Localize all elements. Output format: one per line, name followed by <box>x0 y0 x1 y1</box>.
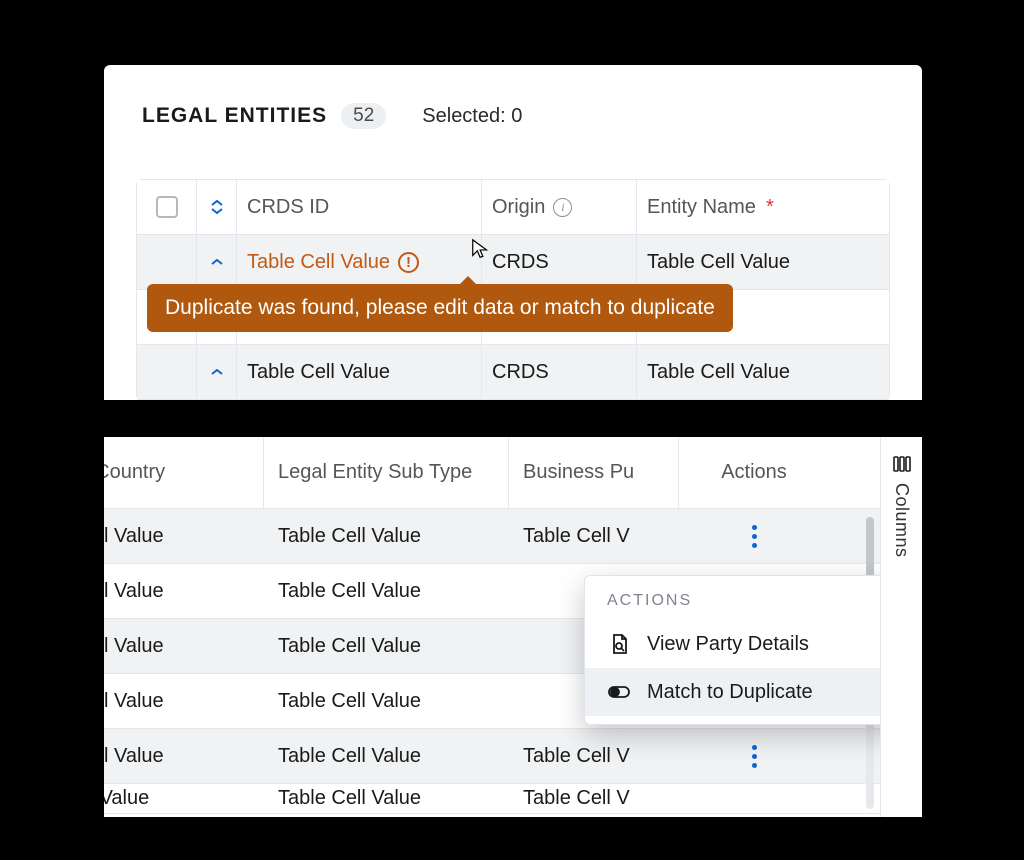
toggle-icon <box>607 680 631 704</box>
header: LEGAL ENTITIES 52 Selected: 0 <box>136 103 890 129</box>
cell-value: Table Cell Value <box>278 745 421 768</box>
cell-value: Cell Value <box>104 690 164 713</box>
expand-collapse-all-icon[interactable] <box>208 198 226 216</box>
col-select <box>137 180 197 234</box>
page-title: LEGAL ENTITIES <box>142 104 327 128</box>
cell-value: Table Cell Value <box>278 787 421 810</box>
columns-label: Columns <box>891 483 912 558</box>
action-label: View Party Details <box>647 633 809 656</box>
col-entity-name[interactable]: Entity Name* <box>637 180 889 234</box>
origin-value: CRDS <box>492 251 549 274</box>
cursor-icon <box>470 238 492 260</box>
entity-name-value: Table Cell Value <box>647 251 790 274</box>
row-actions-kebab[interactable] <box>752 525 757 548</box>
entities-table: CRDS ID Origin i Entity Name* Table Cell… <box>136 179 890 400</box>
select-all-checkbox[interactable] <box>156 196 178 218</box>
table-header-row: CRDS ID Origin i Entity Name* <box>137 180 889 235</box>
entities-grid: le Country Legal Entity Sub Type Busines… <box>104 437 880 817</box>
cell-value: Table Cell Value <box>278 635 421 658</box>
table-row[interactable]: Cell Value Table Cell Value Table Cell V <box>104 729 880 784</box>
columns-toggle-rail[interactable]: Columns <box>880 437 922 817</box>
action-match-to-duplicate[interactable]: Match to Duplicate <box>585 668 880 716</box>
cell-value: Table Cell Value <box>278 525 421 548</box>
cell-value: Table Cell V <box>523 787 630 810</box>
chevron-up-icon[interactable] <box>211 369 223 376</box>
crds-id-value: Table Cell Value <box>247 251 390 274</box>
col-expand <box>197 180 237 234</box>
table-header-row: le Country Legal Entity Sub Type Busines… <box>104 437 880 509</box>
entity-name-value: Table Cell Value <box>647 361 790 384</box>
actions-popover: ACTIONS View Party Details Match to Dupl… <box>584 575 880 725</box>
cell-value: Cell Value <box>104 635 164 658</box>
document-search-icon <box>607 632 631 656</box>
cell-value: Table Cell V <box>523 525 630 548</box>
col-origin[interactable]: Origin i <box>482 180 637 234</box>
cell-value: Table Cell Value <box>278 690 421 713</box>
action-view-party-details[interactable]: View Party Details <box>585 620 880 668</box>
table-row[interactable]: Cell Value Table Cell Value Table Cell V <box>104 509 880 564</box>
panel-legal-entities: LEGAL ENTITIES 52 Selected: 0 CRDS ID Or… <box>104 65 922 400</box>
table-row[interactable]: Table Cell Value CRDS Table Cell Value <box>137 345 889 400</box>
cell-value: Table Cell Value <box>278 580 421 603</box>
cell-value: Cell Value <box>104 580 164 603</box>
selected-count: Selected: 0 <box>422 105 522 128</box>
cell-value: ell Value <box>104 787 149 810</box>
columns-icon <box>893 455 911 473</box>
action-label: Match to Duplicate <box>647 681 813 704</box>
table-row[interactable]: ell Value Table Cell Value Table Cell V <box>104 784 880 814</box>
col-crds-id[interactable]: CRDS ID <box>237 180 482 234</box>
crds-id-value: Table Cell Value <box>247 361 390 384</box>
origin-value: CRDS <box>492 361 549 384</box>
col-business-purpose[interactable]: Business Pu <box>509 437 679 508</box>
panel-entities-grid-right: le Country Legal Entity Sub Type Busines… <box>104 437 922 817</box>
duplicate-warning-tooltip: Duplicate was found, please edit data or… <box>147 284 733 332</box>
col-actions: Actions <box>679 437 829 508</box>
count-badge: 52 <box>341 103 386 129</box>
required-marker: * <box>766 196 774 219</box>
warning-icon[interactable]: ! <box>398 252 419 273</box>
row-actions-kebab[interactable] <box>752 745 757 768</box>
info-icon[interactable]: i <box>553 198 572 217</box>
col-domicile-country[interactable]: le Country <box>104 437 264 508</box>
cell-value: Table Cell V <box>523 745 630 768</box>
col-legal-entity-sub-type[interactable]: Legal Entity Sub Type <box>264 437 509 508</box>
table-row[interactable]: Table Cell Value ! CRDS Table Cell Value <box>137 235 889 290</box>
cell-value: Cell Value <box>104 525 164 548</box>
popover-header: ACTIONS <box>585 592 880 620</box>
chevron-up-icon[interactable] <box>211 259 223 266</box>
cell-value: Cell Value <box>104 745 164 768</box>
